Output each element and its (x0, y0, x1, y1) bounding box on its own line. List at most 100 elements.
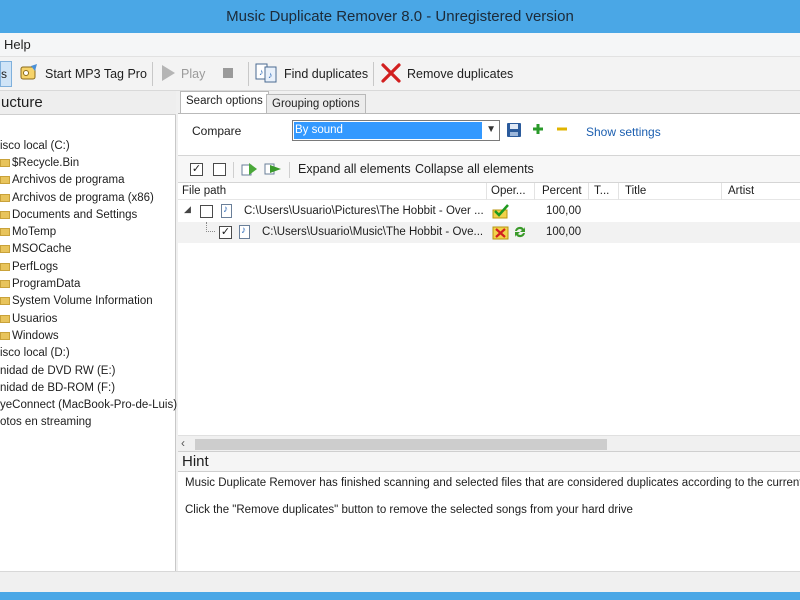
chevron-down-icon: ▼ (486, 124, 496, 135)
tree-item-drive-c[interactable]: isco local (C:) (0, 137, 176, 154)
folder-icon (0, 262, 10, 271)
toolbar-partial-button[interactable]: s (0, 61, 12, 87)
remove-duplicates-button[interactable]: Remove duplicates (380, 61, 513, 87)
col-file-path[interactable]: File path (182, 185, 226, 197)
compare-label: Compare (192, 124, 242, 138)
tree-item-dvd-drive[interactable]: nidad de DVD RW (E:) (0, 362, 176, 379)
tree-item-streaming[interactable]: otos en streaming (0, 414, 176, 431)
table-row[interactable]: ✓ C:\Users\Usuario\Music\The Hobbit - Ov… (178, 222, 800, 243)
toolbar-separator (248, 62, 249, 86)
remove-icon[interactable] (555, 122, 573, 140)
folder-icon (0, 331, 10, 340)
tree-item-folder[interactable]: Windows (0, 327, 176, 344)
tree-item-folder[interactable]: Archivos de programa (0, 172, 176, 189)
tab-grouping-options[interactable]: Grouping options (266, 94, 366, 113)
row-file-path: C:\Users\Usuario\Pictures\The Hobbit - O… (244, 205, 484, 217)
row-file-path: C:\Users\Usuario\Music\The Hobbit - Ove.… (262, 226, 484, 238)
audio-file-icon (239, 225, 250, 239)
tree-item-label: Windows (12, 329, 59, 342)
chevron-left-icon[interactable]: ‹ (181, 436, 185, 450)
col-title[interactable]: Title (625, 185, 646, 197)
tree-item-label: Documents and Settings (12, 208, 138, 221)
folder-tree-header: ucture (0, 91, 176, 115)
show-settings-link[interactable]: Show settings (586, 125, 661, 139)
tree-item-label: $Recycle.Bin (12, 156, 80, 169)
tree-item-folder[interactable]: Usuarios (0, 310, 176, 327)
tree-connector (206, 222, 215, 232)
toolbar-partial-label: s (1, 67, 7, 81)
tree-item-folder[interactable]: ProgramData (0, 275, 176, 292)
row-checkbox[interactable]: ✓ (219, 226, 232, 239)
folder-tree-panel: ucture isco local (C:) $Recycle.Bin Arch… (0, 91, 177, 590)
menu-help[interactable]: Help (4, 37, 31, 52)
start-mp3-tag-pro-label: Start MP3 Tag Pro (45, 67, 147, 81)
toolbar: s Start MP3 Tag Pro Play ♪ ♪ Find duplica… (0, 57, 800, 91)
tree-item-label: otos en streaming (0, 416, 92, 429)
tree-item-label: nidad de DVD RW (E:) (0, 364, 116, 377)
tree-item-bd-drive[interactable]: nidad de BD-ROM (F:) (0, 379, 176, 396)
tree-item-folder[interactable]: Documents and Settings (0, 206, 176, 223)
compare-dropdown[interactable]: By sound ▼ (292, 120, 500, 141)
keep-check-icon (492, 204, 510, 222)
tree-item-folder[interactable]: System Volume Information (0, 293, 176, 310)
hint-header: Hint (178, 451, 800, 471)
toolbar-separator (373, 62, 374, 86)
delete-x-icon (492, 225, 510, 243)
find-duplicates-icon: ♪ ♪ (255, 62, 279, 87)
folder-icon (0, 314, 10, 323)
play-button[interactable]: Play (160, 61, 205, 87)
subtoolbar-separator (289, 162, 290, 178)
col-artist[interactable]: Artist (728, 185, 754, 197)
results-panel: Search options Grouping options Compare … (178, 91, 800, 590)
tree-item-network[interactable]: yeConnect (MacBook-Pro-de-Luis) (0, 396, 177, 413)
tree-item-drive-d[interactable]: isco local (D:) (0, 345, 176, 362)
stop-icon (222, 67, 234, 82)
uncheck-all-checkbox[interactable] (213, 163, 226, 176)
find-duplicates-button[interactable]: ♪ ♪ Find duplicates (255, 61, 368, 87)
tab-label: Search options (186, 95, 263, 107)
expand-all-button[interactable]: Expand all elements (298, 162, 411, 176)
tree-item-folder[interactable]: MSOCache (0, 241, 176, 258)
results-subtoolbar: ✓ Expand all elements Collapse all eleme… (178, 155, 800, 183)
folder-tree: isco local (C:) $Recycle.Bin Archivos de… (0, 137, 177, 431)
collapse-arrow-icon[interactable]: ◢ (184, 204, 191, 215)
hint-line: Music Duplicate Remover has finished sca… (185, 477, 800, 489)
hint-line: Click the "Remove duplicates" button to … (185, 504, 633, 516)
add-icon[interactable] (531, 122, 549, 140)
main-window: Help s Start MP3 Tag Pro Play ♪ ♪ Find d… (0, 33, 800, 592)
save-icon[interactable] (506, 122, 524, 140)
tree-item-label: nidad de BD-ROM (F:) (0, 381, 116, 394)
col-track[interactable]: T... (594, 185, 609, 197)
tree-item-label: MoTemp (12, 226, 57, 239)
select-duplicates-icon[interactable] (264, 161, 282, 180)
grid-header: File path Oper... Percent T... Title Art… (178, 183, 800, 200)
invert-selection-icon[interactable] (241, 161, 259, 180)
start-mp3-tag-pro-button[interactable]: Start MP3 Tag Pro (18, 61, 147, 87)
check-all-checkbox[interactable]: ✓ (190, 163, 203, 176)
row-checkbox[interactable] (200, 205, 213, 218)
tree-item-folder[interactable]: $Recycle.Bin (0, 154, 176, 171)
col-separator (721, 183, 722, 200)
scrollbar-thumb[interactable] (195, 439, 607, 450)
folder-icon (0, 280, 10, 289)
tree-item-folder[interactable]: PerfLogs (0, 258, 176, 275)
tree-item-label: ProgramData (12, 278, 81, 291)
folder-icon (0, 245, 10, 254)
stop-button[interactable] (222, 61, 234, 87)
refresh-icon[interactable] (513, 225, 527, 242)
svg-text:♪: ♪ (259, 67, 264, 77)
table-row[interactable]: ◢ C:\Users\Usuario\Pictures\The Hobbit -… (178, 201, 800, 222)
subtoolbar-separator (233, 162, 234, 178)
col-separator (618, 183, 619, 200)
col-separator (534, 183, 535, 200)
tree-item-folder[interactable]: Archivos de programa (x86) (0, 189, 176, 206)
col-percent[interactable]: Percent (542, 185, 582, 197)
tree-item-folder[interactable]: MoTemp (0, 223, 176, 240)
horizontal-scrollbar[interactable]: ‹ (178, 435, 800, 451)
tab-search-options[interactable]: Search options (180, 91, 269, 113)
folder-icon (0, 297, 10, 306)
collapse-all-button[interactable]: Collapse all elements (415, 162, 534, 176)
svg-text:♪: ♪ (268, 70, 273, 80)
col-operation[interactable]: Oper... (491, 185, 526, 197)
duplicates-grid: File path Oper... Percent T... Title Art… (178, 183, 800, 435)
